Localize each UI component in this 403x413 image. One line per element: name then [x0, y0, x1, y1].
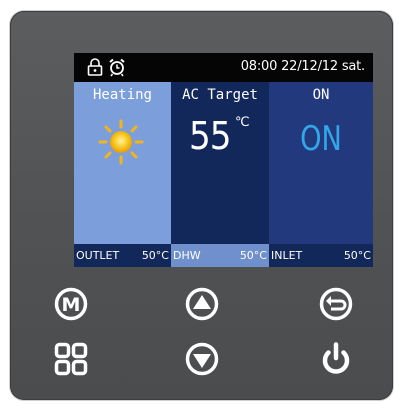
inlet-temperature: INLET 50°C — [269, 244, 373, 267]
up-button[interactable] — [184, 286, 220, 322]
mode-title: Heating — [92, 87, 152, 103]
inlet-label: INLET — [271, 249, 303, 262]
ac-target-title: AC Target — [182, 87, 258, 103]
mode-button[interactable]: M — [53, 286, 89, 322]
menu-button[interactable] — [53, 341, 89, 377]
dhw-value: 50°C — [239, 249, 267, 262]
back-button[interactable] — [318, 286, 354, 322]
dhw-label: DHW — [173, 249, 201, 262]
grid-menu-icon — [54, 342, 88, 376]
power-state-panel[interactable]: ON ON — [269, 82, 373, 244]
ac-target-panel[interactable]: AC Target 55 ℃ — [171, 82, 269, 244]
return-circle-icon — [319, 287, 353, 321]
down-button[interactable] — [184, 341, 220, 377]
temperature-bar: OUTLET 50°C DHW 50°C INLET 50°C — [74, 244, 373, 267]
lock-icon — [87, 58, 103, 76]
outlet-label: OUTLET — [76, 249, 120, 262]
datetime-display: 08:00 22/12/12 sat. — [240, 59, 365, 74]
m-circle-icon: M — [62, 294, 81, 316]
power-state-title: ON — [312, 87, 330, 103]
outlet-value: 50°C — [141, 249, 169, 262]
mode-panel[interactable]: Heating — [74, 82, 171, 244]
power-button[interactable] — [318, 341, 354, 377]
down-arrow-circle-icon — [185, 342, 219, 376]
ac-target-unit: ℃ — [235, 115, 250, 130]
status-bar: 08:00 22/12/12 sat. — [74, 53, 373, 82]
alarm-clock-icon — [109, 58, 125, 77]
ac-target-value: 55 — [189, 114, 231, 158]
dhw-temperature: DHW 50°C — [171, 244, 269, 267]
outlet-temperature: OUTLET 50°C — [74, 244, 171, 267]
inlet-value: 50°C — [343, 249, 371, 262]
power-state-value: ON — [300, 119, 342, 159]
up-arrow-circle-icon — [185, 287, 219, 321]
lcd-screen: 08:00 22/12/12 sat. Heating AC Target 55… — [74, 53, 373, 267]
power-icon — [322, 342, 350, 374]
sun-icon — [98, 119, 144, 165]
